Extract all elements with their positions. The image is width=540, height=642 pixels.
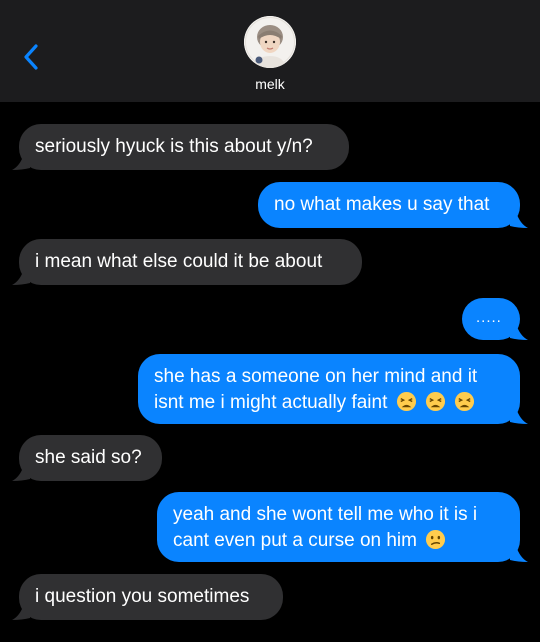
message-thread: seriously hyuck is this about y/n? no wh… [0,102,540,642]
bubble-tail [12,269,30,285]
message-text: i mean what else could it be about [35,251,323,272]
confused-face-emoji [426,529,446,550]
bubble-tail [12,465,30,481]
chevron-left-icon [24,44,38,70]
contact-name[interactable]: melk [0,76,540,92]
bubble-tail [510,546,528,562]
bubble-tail [510,212,528,228]
message-text: i question you sometimes [35,586,250,607]
tired-face-emoji [455,391,475,412]
message-text: seriously hyuck is this about y/n? [35,136,313,157]
message-text: ..... [476,309,502,326]
outgoing-message[interactable]: yeah and she wont tell me who it is i ca… [157,492,520,562]
message-text-line: isnt me i might actually faint [154,390,504,416]
bubble-tail [510,324,528,340]
message-text: cant even put a curse on him [173,530,417,551]
bubble-tail [510,408,528,424]
back-button[interactable] [18,40,48,74]
outgoing-message[interactable]: she has a someone on her mind and it isn… [138,354,520,424]
message-text-line: yeah and she wont tell me who it is i [173,504,478,525]
message-text: she said so? [35,447,142,468]
tired-face-emoji [425,391,445,412]
outgoing-message[interactable]: no what makes u say that [258,182,520,228]
tired-face-emoji [396,391,416,412]
message-text: isnt me i might actually faint [154,392,388,413]
incoming-message[interactable]: seriously hyuck is this about y/n? [19,124,349,170]
incoming-message[interactable]: i question you sometimes [19,574,283,620]
message-text: no what makes u say that [274,194,490,215]
message-text-line: she has a someone on her mind and it [154,366,478,387]
bubble-tail [12,154,30,170]
avatar-photo [244,16,296,68]
conversation-header: melk [0,0,540,102]
contact-avatar[interactable] [244,16,296,68]
incoming-message[interactable]: she said so? [19,435,162,481]
message-text-line: cant even put a curse on him [173,528,504,554]
incoming-message[interactable]: i mean what else could it be about [19,239,362,285]
bubble-tail [12,604,30,620]
